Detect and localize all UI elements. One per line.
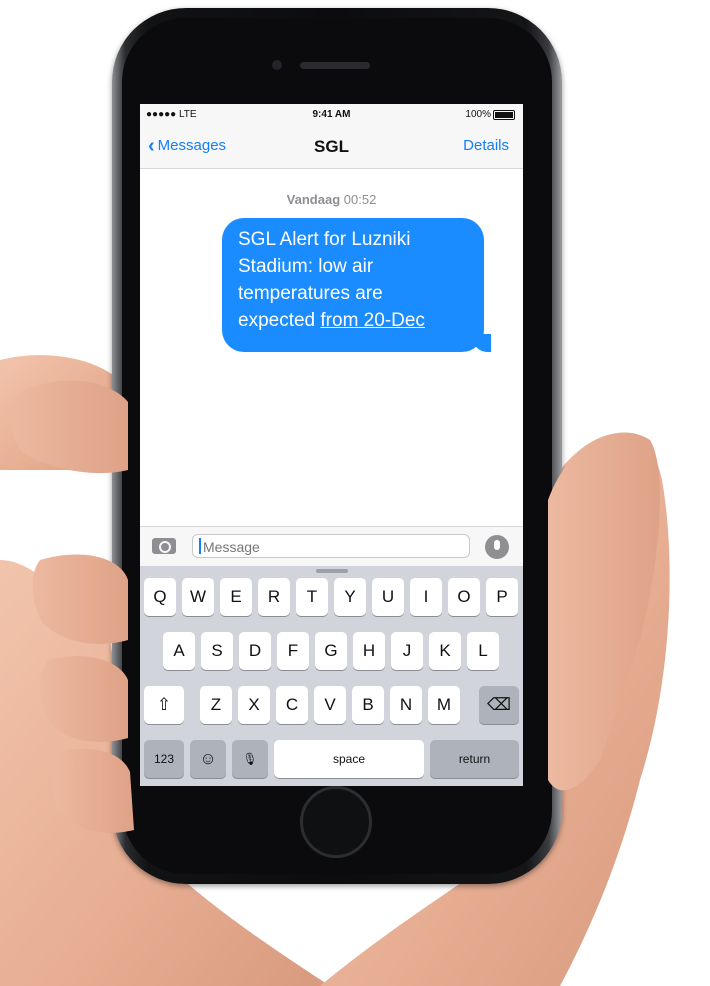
message-line: SGL Alert for Luzniki (238, 229, 411, 250)
key-h[interactable]: H (353, 632, 385, 670)
microphone-icon[interactable] (485, 535, 509, 559)
nav-bar: ‹ Messages SGL Details (140, 126, 523, 169)
earpiece-speaker (300, 62, 370, 69)
message-timestamp: Vandaag 00:52 (140, 192, 523, 207)
key-l[interactable]: L (467, 632, 499, 670)
key-a[interactable]: A (163, 632, 195, 670)
message-input[interactable] (201, 536, 465, 558)
front-camera-icon (272, 60, 282, 70)
key-b[interactable]: B (352, 686, 384, 724)
key-c[interactable]: C (276, 686, 308, 724)
key-j[interactable]: J (391, 632, 423, 670)
key-w[interactable]: W (182, 578, 214, 616)
dictation-key-icon[interactable]: 🎙 (232, 740, 268, 778)
keyboard-handle (316, 569, 348, 573)
date-link[interactable]: from 20-Dec (320, 310, 425, 331)
message-line: expected from 20-Dec (238, 307, 484, 334)
timestamp-day: Vandaag (286, 192, 341, 207)
key-r[interactable]: R (258, 578, 290, 616)
emoji-key-icon[interactable]: ☺ (190, 740, 226, 778)
key-g[interactable]: G (315, 632, 347, 670)
bubble-tail (473, 334, 491, 352)
camera-icon[interactable] (152, 538, 176, 554)
delete-key-icon[interactable]: ⌫ (479, 686, 519, 724)
text-caret (199, 538, 201, 554)
battery-icon (493, 110, 515, 120)
key-u[interactable]: U (372, 578, 404, 616)
key-f[interactable]: F (277, 632, 309, 670)
battery-percent: 100% (465, 109, 491, 120)
space-key[interactable]: space (274, 740, 424, 778)
key-p[interactable]: P (486, 578, 518, 616)
key-m[interactable]: M (428, 686, 460, 724)
details-button[interactable]: Details (463, 137, 509, 154)
key-v[interactable]: V (314, 686, 346, 724)
key-n[interactable]: N (390, 686, 422, 724)
key-q[interactable]: Q (144, 578, 176, 616)
message-bubble[interactable]: SGL Alert for Luzniki Stadium: low air t… (222, 218, 491, 352)
key-k[interactable]: K (429, 632, 461, 670)
key-x[interactable]: X (238, 686, 270, 724)
key-i[interactable]: I (410, 578, 442, 616)
message-text: expected (238, 310, 321, 331)
timestamp-time: 00:52 (343, 192, 377, 207)
shift-key-icon[interactable]: ⇧ (144, 686, 184, 724)
message-field[interactable] (192, 534, 470, 558)
message-line: Stadium: low air (238, 256, 374, 277)
key-s[interactable]: S (201, 632, 233, 670)
compose-bar (140, 526, 523, 567)
key-e[interactable]: E (220, 578, 252, 616)
home-button[interactable] (300, 786, 372, 858)
numbers-key[interactable]: 123 (144, 740, 184, 778)
key-z[interactable]: Z (200, 686, 232, 724)
key-y[interactable]: Y (334, 578, 366, 616)
phone-screen: ●●●●● LTE 9:41 AM 100% ‹ Messages SGL De… (140, 104, 523, 786)
key-d[interactable]: D (239, 632, 271, 670)
keyboard: Q W E R T Y U I O P A S D F G H J K L ⇧ Z X C V B N M ⌫ 123 ☺ 🎙 space re… (140, 566, 523, 786)
message-line: temperatures are (238, 283, 383, 304)
key-t[interactable]: T (296, 578, 328, 616)
key-o[interactable]: O (448, 578, 480, 616)
status-bar: ●●●●● LTE 9:41 AM 100% (140, 104, 523, 126)
return-key[interactable]: return (430, 740, 519, 778)
